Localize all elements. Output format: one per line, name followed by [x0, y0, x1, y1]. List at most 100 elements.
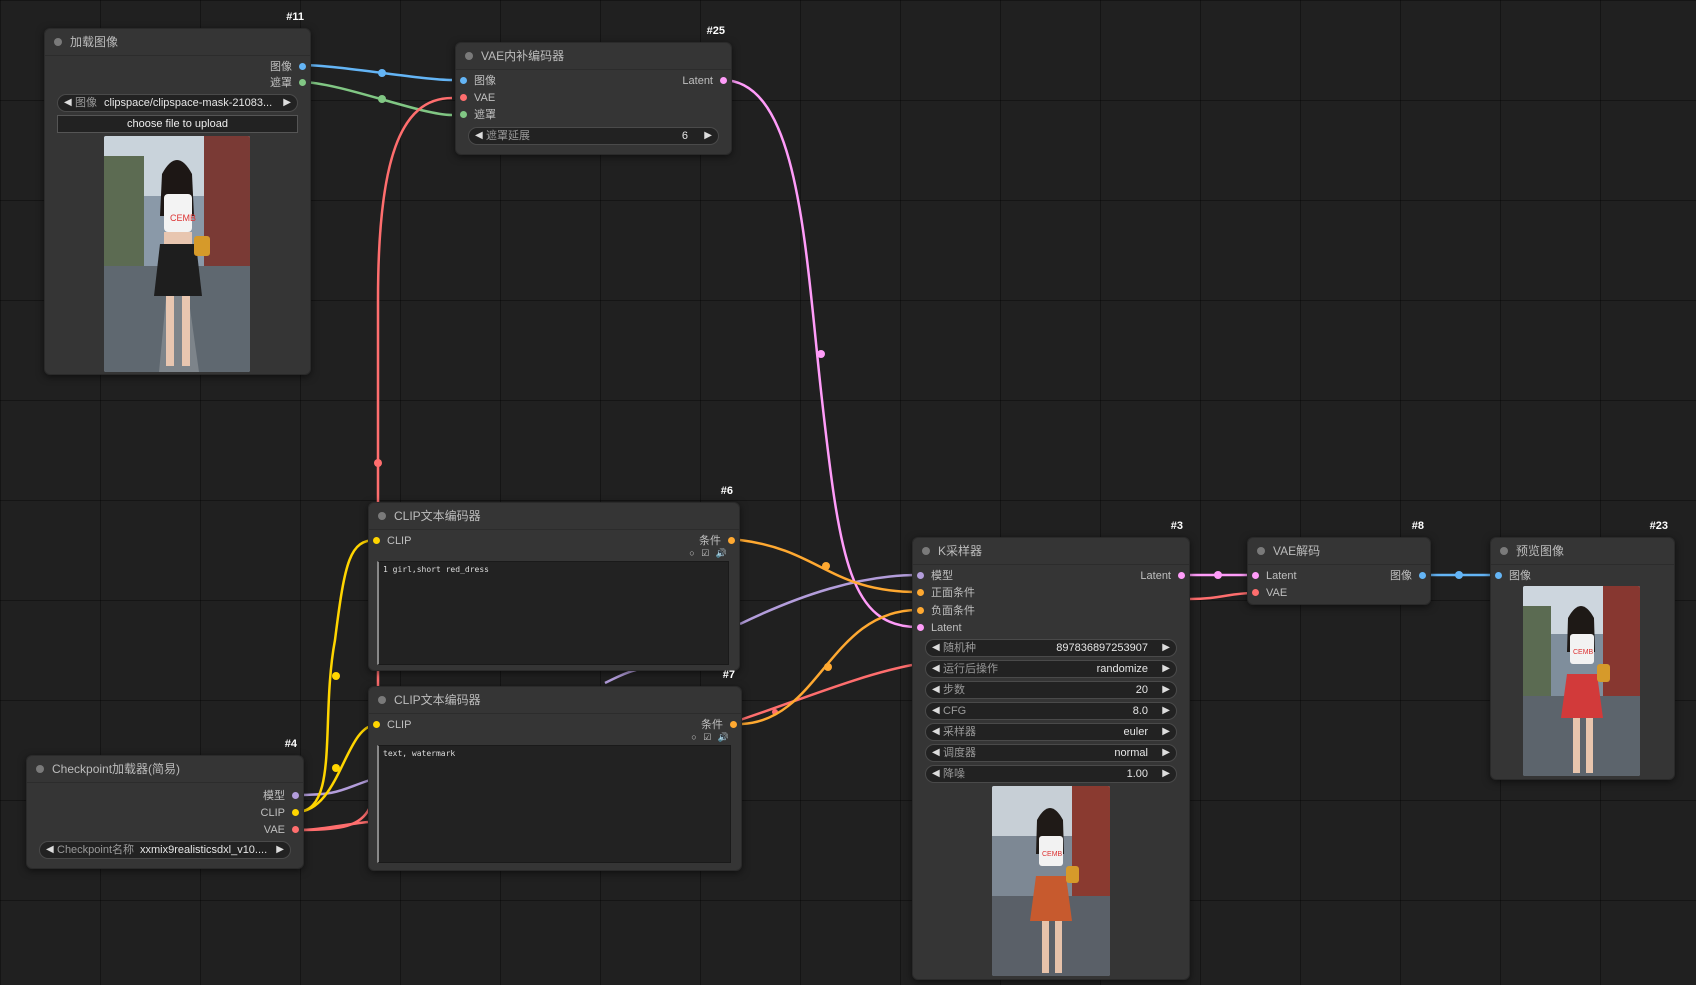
output-conditioning[interactable]: 条件 — [699, 533, 735, 549]
conditioning-socket-icon[interactable] — [730, 721, 737, 728]
collapse-dot-icon[interactable] — [1257, 547, 1265, 555]
sampler-widget[interactable]: ◀ 采样器 euler ▶ — [925, 723, 1177, 741]
arrow-right-icon[interactable]: ▶ — [1162, 640, 1170, 656]
image-select-widget[interactable]: ◀ 图像 clipspace/clipspace-mask-21083... ▶ — [57, 94, 298, 112]
image-socket-icon[interactable] — [1419, 572, 1426, 579]
input-positive[interactable]: 正面条件 — [917, 585, 975, 601]
output-clip[interactable]: CLIP — [261, 805, 299, 821]
vae-socket-icon[interactable] — [460, 94, 467, 101]
latent-socket-icon[interactable] — [720, 77, 727, 84]
arrow-right-icon[interactable]: ▶ — [283, 95, 291, 111]
arrow-left-icon[interactable]: ◀ — [64, 95, 72, 111]
grow-mask-widget[interactable]: ◀ 遮罩延展 6 ▶ — [468, 127, 719, 145]
arrow-left-icon[interactable]: ◀ — [932, 766, 940, 782]
node-preview-image[interactable]: #23 预览图像 图像 CEMB — [1490, 520, 1675, 780]
clip-socket-icon[interactable] — [373, 721, 380, 728]
arrow-right-icon[interactable]: ▶ — [1162, 766, 1170, 782]
node-toggle-icons[interactable]: ○ ☑ 🔊 — [689, 548, 729, 559]
conditioning-socket-icon[interactable] — [917, 607, 924, 614]
arrow-left-icon[interactable]: ◀ — [932, 703, 940, 719]
arrow-left-icon[interactable]: ◀ — [932, 640, 940, 656]
arrow-right-icon[interactable]: ▶ — [1162, 682, 1170, 698]
output-conditioning[interactable]: 条件 — [701, 717, 737, 733]
model-socket-icon[interactable] — [917, 572, 924, 579]
scheduler-widget[interactable]: ◀ 调度器 normal ▶ — [925, 744, 1177, 762]
input-image[interactable]: 图像 — [460, 73, 496, 89]
vae-socket-icon[interactable] — [292, 826, 299, 833]
collapse-dot-icon[interactable] — [1500, 547, 1508, 555]
latent-socket-icon[interactable] — [1252, 572, 1259, 579]
input-model[interactable]: 模型 — [917, 568, 953, 584]
steps-widget[interactable]: ◀ 步数 20 ▶ — [925, 681, 1177, 699]
upload-button[interactable]: choose file to upload — [57, 115, 298, 133]
image-socket-icon[interactable] — [299, 63, 306, 70]
node-title[interactable]: Checkpoint加载器(简易) — [27, 756, 303, 783]
arrow-right-icon[interactable]: ▶ — [704, 128, 712, 144]
node-title[interactable]: CLIP文本编码器 — [369, 503, 739, 530]
node-ksampler[interactable]: #3 K采样器 模型 正面条件 负面条件 Latent Latent ◀ 随机种… — [912, 520, 1190, 980]
input-image[interactable]: 图像 — [1495, 568, 1531, 584]
input-latent[interactable]: Latent — [917, 620, 962, 636]
checkpoint-select-widget[interactable]: ◀ Checkpoint名称 xxmix9realisticsdxl_v10..… — [39, 841, 291, 859]
node-clip-text-encode-negative[interactable]: #7 CLIP文本编码器 CLIP 条件 ○ ☑ 🔊 text, waterma… — [368, 669, 742, 871]
arrow-right-icon[interactable]: ▶ — [1162, 724, 1170, 740]
output-image[interactable]: 图像 — [270, 59, 306, 75]
input-latent[interactable]: Latent — [1252, 568, 1297, 584]
seed-widget[interactable]: ◀ 随机种 897836897253907 ▶ — [925, 639, 1177, 657]
arrow-left-icon[interactable]: ◀ — [475, 128, 483, 144]
mask-socket-icon[interactable] — [299, 79, 306, 86]
input-mask[interactable]: 遮罩 — [460, 107, 496, 123]
node-vae-decode[interactable]: #8 VAE解码 Latent VAE 图像 — [1247, 520, 1431, 605]
latent-socket-icon[interactable] — [1178, 572, 1185, 579]
arrow-left-icon[interactable]: ◀ — [932, 661, 940, 677]
node-clip-text-encode-positive[interactable]: #6 CLIP文本编码器 CLIP 条件 ○ ☑ 🔊 1 girl,short … — [368, 485, 740, 671]
arrow-left-icon[interactable]: ◀ — [932, 745, 940, 761]
output-vae[interactable]: VAE — [264, 822, 299, 838]
output-latent[interactable]: Latent — [1140, 568, 1185, 584]
conditioning-socket-icon[interactable] — [728, 537, 735, 544]
collapse-dot-icon[interactable] — [54, 38, 62, 46]
prompt-textarea[interactable]: text, watermark — [377, 745, 731, 863]
vae-socket-icon[interactable] — [1252, 589, 1259, 596]
conditioning-socket-icon[interactable] — [917, 589, 924, 596]
collapse-dot-icon[interactable] — [922, 547, 930, 555]
arrow-left-icon[interactable]: ◀ — [932, 682, 940, 698]
node-title[interactable]: 预览图像 — [1491, 538, 1674, 565]
input-vae[interactable]: VAE — [1252, 585, 1287, 601]
arrow-right-icon[interactable]: ▶ — [1162, 745, 1170, 761]
arrow-right-icon[interactable]: ▶ — [1162, 661, 1170, 677]
input-vae[interactable]: VAE — [460, 90, 495, 106]
node-vae-inpaint-encoder[interactable]: #25 VAE内补编码器 图像 VAE 遮罩 Latent ◀ 遮罩延展 6 ▶ — [455, 25, 732, 155]
denoise-widget[interactable]: ◀ 降噪 1.00 ▶ — [925, 765, 1177, 783]
mask-socket-icon[interactable] — [460, 111, 467, 118]
node-title[interactable]: 加载图像 — [45, 29, 310, 56]
input-negative[interactable]: 负面条件 — [917, 603, 975, 619]
node-toggle-icons[interactable]: ○ ☑ 🔊 — [691, 732, 731, 743]
node-load-image[interactable]: #11 加载图像 图像 遮罩 ◀ 图像 clipspace/clipspace-… — [44, 11, 311, 375]
output-model[interactable]: 模型 — [263, 788, 299, 804]
arrow-left-icon[interactable]: ◀ — [932, 724, 940, 740]
clip-socket-icon[interactable] — [373, 537, 380, 544]
output-mask[interactable]: 遮罩 — [270, 75, 306, 91]
image-socket-icon[interactable] — [460, 77, 467, 84]
latent-socket-icon[interactable] — [917, 624, 924, 631]
model-socket-icon[interactable] — [292, 792, 299, 799]
output-latent[interactable]: Latent — [682, 73, 727, 89]
node-title[interactable]: VAE解码 — [1248, 538, 1430, 565]
clip-socket-icon[interactable] — [292, 809, 299, 816]
output-image[interactable]: 图像 — [1390, 568, 1426, 584]
arrow-right-icon[interactable]: ▶ — [1162, 703, 1170, 719]
arrow-right-icon[interactable]: ▶ — [276, 842, 284, 858]
collapse-dot-icon[interactable] — [465, 52, 473, 60]
node-title[interactable]: CLIP文本编码器 — [369, 687, 741, 714]
image-socket-icon[interactable] — [1495, 572, 1502, 579]
arrow-left-icon[interactable]: ◀ — [46, 842, 54, 858]
node-checkpoint-loader[interactable]: #4 Checkpoint加载器(简易) 模型 CLIP VAE ◀ Check… — [26, 738, 304, 869]
collapse-dot-icon[interactable] — [378, 696, 386, 704]
node-title[interactable]: K采样器 — [913, 538, 1189, 565]
cfg-widget[interactable]: ◀ CFG 8.0 ▶ — [925, 702, 1177, 720]
input-clip[interactable]: CLIP — [373, 717, 411, 733]
graph-canvas[interactable]: #11 加载图像 图像 遮罩 ◀ 图像 clipspace/clipspace-… — [0, 0, 1696, 985]
node-title[interactable]: VAE内补编码器 — [456, 43, 731, 70]
prompt-textarea[interactable]: 1 girl,short red_dress — [377, 561, 729, 665]
